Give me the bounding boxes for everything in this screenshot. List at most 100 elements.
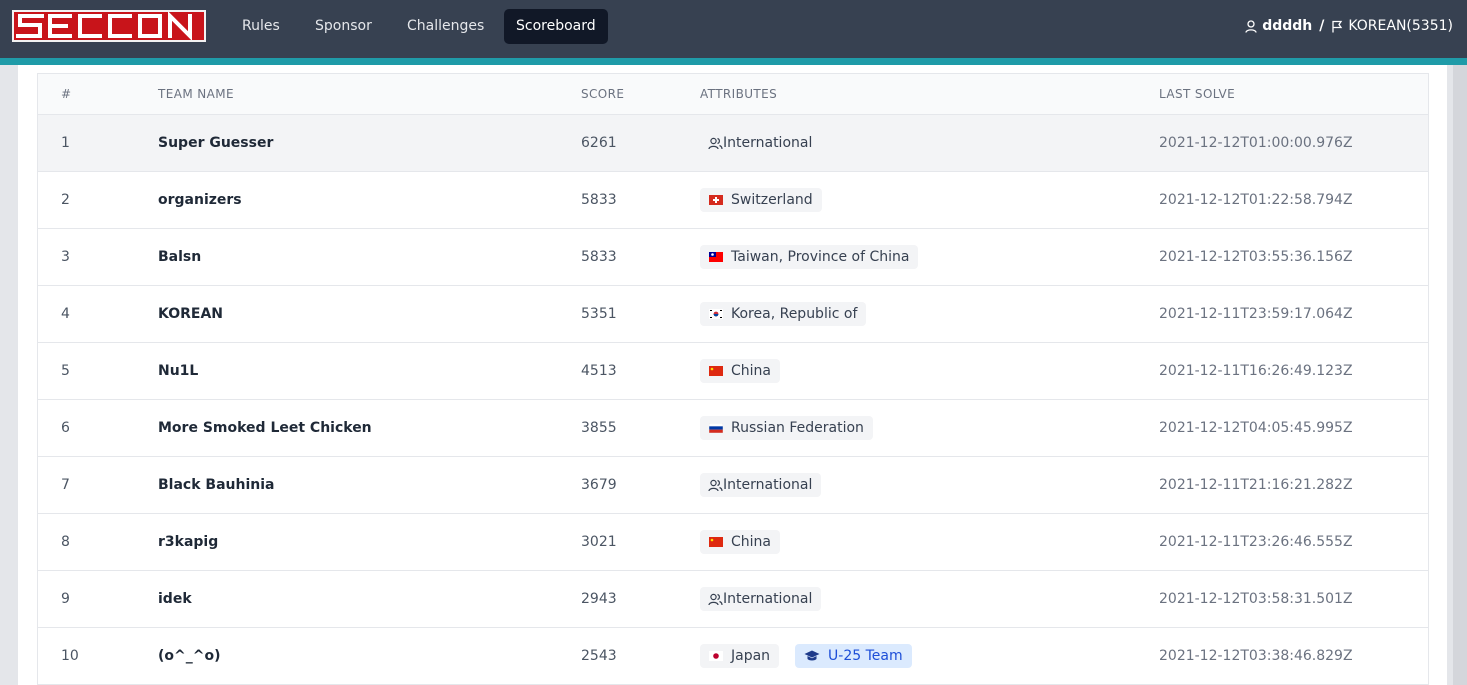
rank-cell: 2 <box>61 192 70 208</box>
user-icon <box>1245 20 1257 33</box>
flag-icon <box>1332 20 1343 33</box>
scoreboard-page: # TEAM NAME SCORE ATTRIBUTES LAST SOLVE … <box>18 65 1447 685</box>
last-solve-cell: 2021-12-12T03:58:31.501Z <box>1159 591 1353 607</box>
ru-flag-icon <box>709 423 723 433</box>
table-row: 9 idek 2943 International 2021-12-12T03:58:3… <box>38 571 1428 628</box>
seccon-logo-wordmark <box>16 12 192 40</box>
user-name[interactable]: ddddh <box>1262 9 1312 44</box>
table-row: 10 (o^_^o) 2543 Japan U-25 Team 2021-12-12T03… <box>38 628 1428 685</box>
rank-cell: 6 <box>61 420 70 436</box>
attribute-label: China <box>731 363 771 379</box>
country-badge: Switzerland <box>700 188 822 212</box>
attribute-label: Japan <box>731 648 771 664</box>
top-navbar: Rules Sponsor Challenges Scoreboard ddddh /… <box>0 0 1467 58</box>
rank-cell: 4 <box>61 306 70 322</box>
last-solve-cell: 2021-12-11T23:59:17.064Z <box>1159 306 1353 322</box>
jp-flag-icon <box>709 651 723 661</box>
attribute-label: U-25 Team <box>828 648 903 664</box>
team-name-link[interactable]: organizers <box>158 192 242 208</box>
attribute-label: Taiwan, Province of China <box>731 249 910 265</box>
attributes-cell: Japan U-25 Team <box>700 644 1159 668</box>
attribute-label: China <box>731 534 771 550</box>
team-name-link[interactable]: Nu1L <box>158 363 198 379</box>
attributes-cell: Switzerland <box>700 188 1159 212</box>
attribute-label: International <box>723 477 813 493</box>
country-badge: Korea, Republic of <box>700 302 867 326</box>
rank-cell: 1 <box>61 135 70 151</box>
table-row: 6 More Smoked Leet Chicken 3855 Russian Fed… <box>38 400 1428 457</box>
team-name-link[interactable]: More Smoked Leet Chicken <box>158 420 372 436</box>
score-cell: 3855 <box>581 420 617 436</box>
attributes-cell: Russian Federation <box>700 416 1159 440</box>
team-cell: (o^_^o) <box>158 648 581 664</box>
nav-rules[interactable]: Rules <box>230 9 292 44</box>
rank-cell: 3 <box>61 249 70 265</box>
score-cell: 6261 <box>581 135 617 151</box>
team-cell: idek <box>158 591 581 607</box>
table-row: 1 Super Guesser 6261 International 2021-12-1… <box>38 115 1428 172</box>
attributes-cell: China <box>700 530 1159 554</box>
score-cell: 3021 <box>581 534 617 550</box>
international-badge: International <box>700 587 822 611</box>
team-name-link[interactable]: Super Guesser <box>158 135 273 151</box>
cn-flag-icon <box>709 537 723 547</box>
page-side-strip <box>1453 65 1467 685</box>
last-solve-cell: 2021-12-12T03:38:46.829Z <box>1159 648 1353 664</box>
scoreboard-table: # TEAM NAME SCORE ATTRIBUTES LAST SOLVE … <box>37 73 1429 685</box>
score-cell: 3679 <box>581 477 617 493</box>
country-badge: China <box>700 359 780 383</box>
attributes-cell: International <box>700 131 1159 155</box>
rank-cell: 5 <box>61 363 70 379</box>
team-name-link[interactable]: r3kapig <box>158 534 218 550</box>
score-cell: 4513 <box>581 363 617 379</box>
last-solve-cell: 2021-12-11T21:16:21.282Z <box>1159 477 1353 493</box>
attribute-label: Switzerland <box>731 192 813 208</box>
nav-scoreboard[interactable]: Scoreboard <box>504 9 608 44</box>
last-solve-cell: 2021-12-12T01:22:58.794Z <box>1159 192 1353 208</box>
nav-challenges[interactable]: Challenges <box>395 9 496 44</box>
team-name-link[interactable]: (o^_^o) <box>158 648 221 664</box>
team-cell: Balsn <box>158 249 581 265</box>
tw-flag-icon <box>709 252 723 262</box>
team-cell: Black Bauhinia <box>158 477 581 493</box>
kr-flag-icon <box>709 309 723 319</box>
score-cell: 2543 <box>581 648 617 664</box>
table-header: # TEAM NAME SCORE ATTRIBUTES LAST SOLVE <box>38 74 1428 115</box>
team-link[interactable]: KOREAN(5351) <box>1348 9 1453 44</box>
header-team-name: TEAM NAME <box>158 87 235 101</box>
international-icon <box>708 593 723 605</box>
table-row: 4 KOREAN 5351 Korea, Republic of 2021-12-11T… <box>38 286 1428 343</box>
team-name-link[interactable]: KOREAN <box>158 306 223 322</box>
table-row: 3 Balsn 5833 Taiwan, Province of China 2021-… <box>38 229 1428 286</box>
international-badge: International <box>700 473 822 497</box>
rank-cell: 7 <box>61 477 70 493</box>
accent-bar <box>0 58 1467 65</box>
nav-sponsor[interactable]: Sponsor <box>303 9 384 44</box>
attribute-label: Korea, Republic of <box>731 306 858 322</box>
team-name-link[interactable]: idek <box>158 591 192 607</box>
team-cell: Nu1L <box>158 363 581 379</box>
international-icon <box>708 137 723 149</box>
last-solve-cell: 2021-12-12T04:05:45.995Z <box>1159 420 1353 436</box>
last-solve-cell: 2021-12-11T16:26:49.123Z <box>1159 363 1353 379</box>
cn-flag-icon <box>709 366 723 376</box>
table-row: 7 Black Bauhinia 3679 International 2021-12-… <box>38 457 1428 514</box>
table-row: 8 r3kapig 3021 China 2021-12-11T23:26:46.555… <box>38 514 1428 571</box>
team-name-link[interactable]: Balsn <box>158 249 201 265</box>
table-row: 5 Nu1L 4513 China 2021-12-11T16:26:49.123Z <box>38 343 1428 400</box>
team-name-link[interactable]: Black Bauhinia <box>158 477 274 493</box>
team-cell: organizers <box>158 192 581 208</box>
team-cell: r3kapig <box>158 534 581 550</box>
team-cell: Super Guesser <box>158 135 581 151</box>
attribute-label: International <box>723 135 813 151</box>
rank-cell: 8 <box>61 534 70 550</box>
rank-cell: 9 <box>61 591 70 607</box>
country-badge: Taiwan, Province of China <box>700 245 919 269</box>
last-solve-cell: 2021-12-12T01:00:00.976Z <box>1159 135 1353 151</box>
team-cell: KOREAN <box>158 306 581 322</box>
rank-cell: 10 <box>61 648 79 664</box>
graduation-cap-icon <box>804 650 820 661</box>
country-badge: Japan <box>700 644 780 668</box>
seccon-logo[interactable] <box>12 10 206 42</box>
team-cell: More Smoked Leet Chicken <box>158 420 581 436</box>
